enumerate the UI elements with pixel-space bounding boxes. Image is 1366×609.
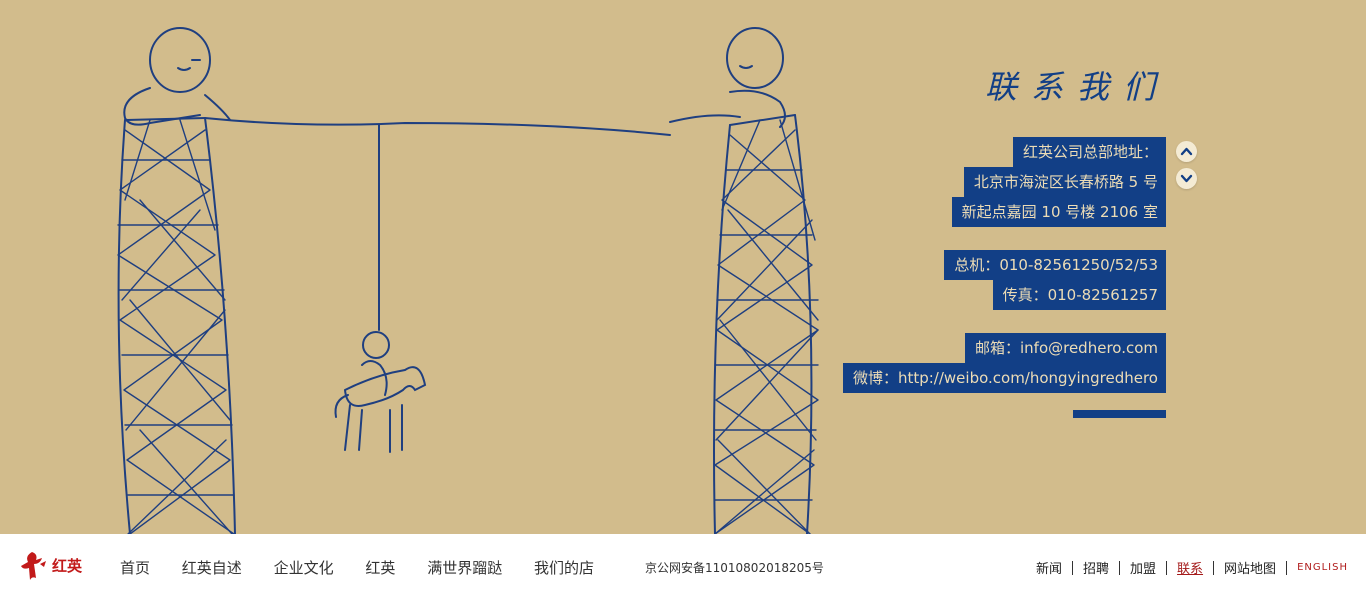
link-divider xyxy=(1072,560,1073,575)
contact-title: 联系我们 xyxy=(985,68,1170,106)
main-stage: 联系我们 红英公司总部地址： 北京市海淀区长春桥路 5 号 新起点嘉园 10 号… xyxy=(0,0,1366,534)
fax-number: 传真：010-82561257 xyxy=(992,280,1166,310)
brand-logo-text: 红英 xyxy=(52,557,83,575)
nav-about[interactable]: 红英自述 xyxy=(182,557,242,578)
nav-culture[interactable]: 企业文化 xyxy=(274,557,334,578)
link-divider xyxy=(1286,560,1288,575)
weibo-link[interactable]: 微博：http://weibo.com/hongyingredhero xyxy=(842,363,1166,393)
nav-home[interactable]: 首页 xyxy=(120,557,150,578)
link-jobs[interactable]: 招聘 xyxy=(1083,558,1109,577)
chevron-down-icon xyxy=(1180,174,1193,183)
main-nav: 首页 红英自述 企业文化 红英 满世界蹓跶 我们的店 xyxy=(120,557,621,578)
footer: 红英 首页 红英自述 企业文化 红英 满世界蹓跶 我们的店 京公网安备11010… xyxy=(0,534,1366,609)
footer-links: 新闻 招聘 加盟 联系 网站地图 ENGLISH xyxy=(1036,558,1348,577)
link-divider xyxy=(1166,560,1168,575)
scroll-up-button[interactable] xyxy=(1176,141,1197,162)
hq-address-label: 红英公司总部地址： xyxy=(1012,137,1166,167)
icp-record: 京公网安备11010802018205号 xyxy=(645,561,824,575)
address-line-1: 北京市海淀区长春桥路 5 号 xyxy=(963,167,1166,197)
link-divider xyxy=(1119,560,1121,575)
link-sitemap[interactable]: 网站地图 xyxy=(1224,558,1276,577)
decorative-bar xyxy=(1073,410,1166,418)
nav-travel[interactable]: 满世界蹓跶 xyxy=(427,557,502,578)
link-contact[interactable]: 联系 xyxy=(1177,558,1203,577)
nav-stores[interactable]: 我们的店 xyxy=(534,557,594,578)
phone-number: 总机：010-82561250/52/53 xyxy=(944,250,1166,280)
link-divider xyxy=(1213,560,1215,575)
address-line-2: 新起点嘉园 10 号楼 2106 室 xyxy=(951,197,1166,227)
link-franchise[interactable]: 加盟 xyxy=(1130,558,1156,577)
email-address[interactable]: 邮箱：info@redhero.com xyxy=(964,333,1166,363)
link-english[interactable]: ENGLISH xyxy=(1297,562,1348,573)
nav-hongying[interactable]: 红英 xyxy=(365,557,395,578)
scroll-down-button[interactable] xyxy=(1176,168,1197,189)
chevron-up-icon xyxy=(1180,147,1193,156)
link-news[interactable]: 新闻 xyxy=(1036,558,1062,577)
